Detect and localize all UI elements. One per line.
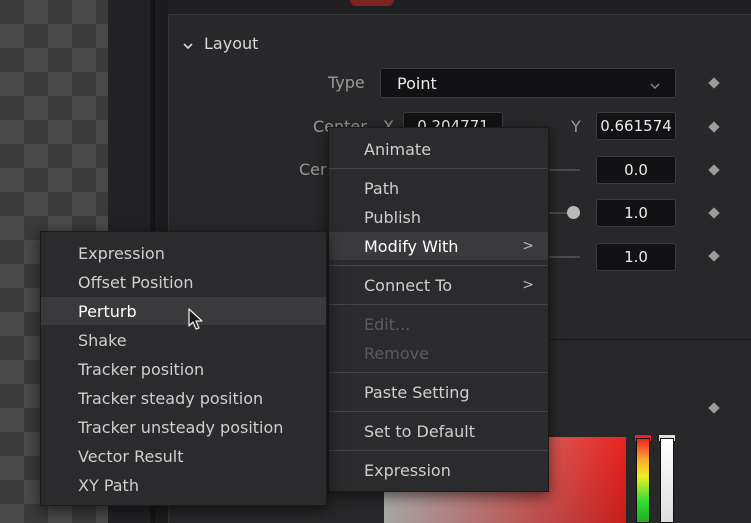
menu-item-remove: Remove: [364, 343, 429, 363]
menu-item-path[interactable]: Path: [329, 174, 548, 202]
submenu-item-expression[interactable]: Expression: [41, 239, 326, 267]
section-header-layout[interactable]: Layout: [182, 32, 258, 54]
menu-item-set-to-default[interactable]: Set to Default: [329, 417, 548, 445]
menu-separator: [329, 304, 548, 305]
chevron-right-icon: >: [522, 277, 534, 293]
submenu-item-offset-position[interactable]: Offset Position: [41, 268, 326, 296]
submenu-item-perturb[interactable]: Perturb: [41, 297, 326, 325]
chevron-down-icon[interactable]: [182, 37, 194, 50]
type-label: Type: [328, 73, 365, 92]
active-indicator: [350, 0, 394, 6]
submenu-item-tracker-position[interactable]: Tracker position: [41, 355, 326, 383]
row5-slider-track[interactable]: [548, 256, 580, 258]
menu-item-edit: Edit...: [364, 314, 411, 334]
inspector-top-bar: [168, 0, 751, 14]
type-dropdown-value: Point: [397, 73, 437, 93]
modify-with-submenu: Expression Offset Position Perturb Shake…: [40, 231, 327, 506]
menu-separator: [329, 450, 548, 451]
submenu-item-xy-path[interactable]: XY Path: [41, 471, 326, 499]
menu-separator: [329, 168, 548, 169]
menu-separator: [329, 411, 548, 412]
arrow-cursor-icon: [188, 308, 203, 330]
hue-slider[interactable]: [636, 438, 650, 523]
row3-label: Cer: [299, 160, 327, 179]
menu-item-publish[interactable]: Publish: [329, 203, 548, 231]
submenu-item-tracker-unsteady-position[interactable]: Tracker unsteady position: [41, 413, 326, 441]
row4-slider-knob[interactable]: [567, 206, 580, 219]
type-dropdown[interactable]: Point: [380, 68, 676, 98]
center-y-field[interactable]: 0.661574: [596, 112, 676, 140]
chevron-right-icon: >: [522, 238, 534, 254]
menu-item-connect-to[interactable]: Connect To >: [329, 271, 548, 299]
menu-item-animate[interactable]: Animate: [329, 135, 548, 163]
context-menu: Animate Path Publish Modify With > Conne…: [328, 127, 549, 492]
section-title: Layout: [204, 33, 259, 53]
row5-value-field[interactable]: 1.0: [596, 243, 676, 271]
menu-item-modify-with[interactable]: Modify With >: [329, 232, 548, 260]
row3-value-field[interactable]: 0.0: [596, 156, 676, 184]
submenu-item-shake[interactable]: Shake: [41, 326, 326, 354]
menu-item-paste-setting[interactable]: Paste Setting: [329, 378, 548, 406]
row3-slider-track[interactable]: [548, 169, 580, 171]
row4-value-field[interactable]: 1.0: [596, 199, 676, 227]
submenu-item-tracker-steady-position[interactable]: Tracker steady position: [41, 384, 326, 412]
chevron-down-icon: [649, 77, 661, 89]
menu-item-expression[interactable]: Expression: [329, 456, 548, 484]
alpha-slider[interactable]: [660, 438, 674, 523]
menu-separator: [329, 265, 548, 266]
submenu-item-vector-result[interactable]: Vector Result: [41, 442, 326, 470]
menu-separator: [329, 372, 548, 373]
center-y-label: Y: [571, 117, 581, 136]
